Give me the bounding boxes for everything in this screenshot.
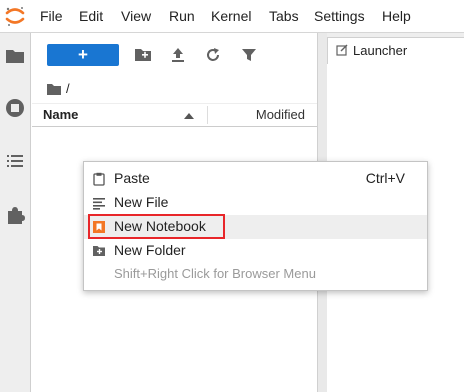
menu-item-paste[interactable]: Paste Ctrl+V xyxy=(84,167,427,191)
context-menu: Paste Ctrl+V New File New Notebook New F… xyxy=(83,161,428,291)
folder-icon[interactable] xyxy=(4,45,26,67)
breadcrumb-root[interactable]: / xyxy=(66,80,70,98)
menu-tabs[interactable]: Tabs xyxy=(269,0,299,33)
jupyter-logo-icon xyxy=(5,7,25,26)
tab-launcher[interactable]: Launcher xyxy=(327,37,464,64)
menu-edit[interactable]: Edit xyxy=(79,0,103,33)
menu-item-paste-label: Paste xyxy=(114,170,150,186)
running-stop-icon[interactable] xyxy=(4,97,26,119)
menu-item-browser-menu-hint-label: Shift+Right Click for Browser Menu xyxy=(114,266,316,281)
folder-breadcrumb-icon[interactable] xyxy=(46,82,62,96)
file-list-header: Name Modified xyxy=(32,103,317,127)
launcher-edit-icon xyxy=(336,44,348,56)
new-folder-icon xyxy=(93,246,105,256)
column-modified-header[interactable]: Modified xyxy=(256,107,305,122)
extension-puzzle-icon[interactable] xyxy=(4,204,26,226)
column-divider[interactable] xyxy=(207,106,208,124)
menu-item-new-file-label: New File xyxy=(114,194,169,210)
menu-item-new-folder-label: New Folder xyxy=(114,242,186,258)
sort-ascending-icon xyxy=(184,113,194,119)
upload-icon[interactable] xyxy=(169,46,187,64)
annotation-highlight-box xyxy=(88,214,225,239)
new-launcher-button[interactable]: + xyxy=(47,44,119,66)
filter-icon[interactable] xyxy=(240,46,258,64)
menu-item-browser-menu-hint: Shift+Right Click for Browser Menu xyxy=(84,262,427,286)
menu-bar: File Edit View Run Kernel Tabs Settings … xyxy=(0,0,464,33)
text-file-icon xyxy=(93,198,105,210)
clipboard-icon xyxy=(93,172,105,186)
menu-help[interactable]: Help xyxy=(382,0,411,33)
menu-settings[interactable]: Settings xyxy=(314,0,365,33)
refresh-icon[interactable] xyxy=(204,46,222,64)
menu-kernel[interactable]: Kernel xyxy=(211,0,251,33)
menu-run[interactable]: Run xyxy=(169,0,195,33)
command-list-icon[interactable] xyxy=(4,150,26,172)
menu-file[interactable]: File xyxy=(40,0,63,33)
new-folder-icon[interactable] xyxy=(134,46,152,64)
menu-item-new-folder[interactable]: New Folder xyxy=(84,239,427,263)
menu-item-paste-shortcut: Ctrl+V xyxy=(365,170,405,186)
tab-launcher-label: Launcher xyxy=(353,43,408,58)
menu-view[interactable]: View xyxy=(121,0,151,33)
column-name-header[interactable]: Name xyxy=(43,107,78,122)
activity-bar xyxy=(0,33,31,392)
menu-item-new-file[interactable]: New File xyxy=(84,191,427,215)
tab-bar: Launcher xyxy=(327,33,464,64)
